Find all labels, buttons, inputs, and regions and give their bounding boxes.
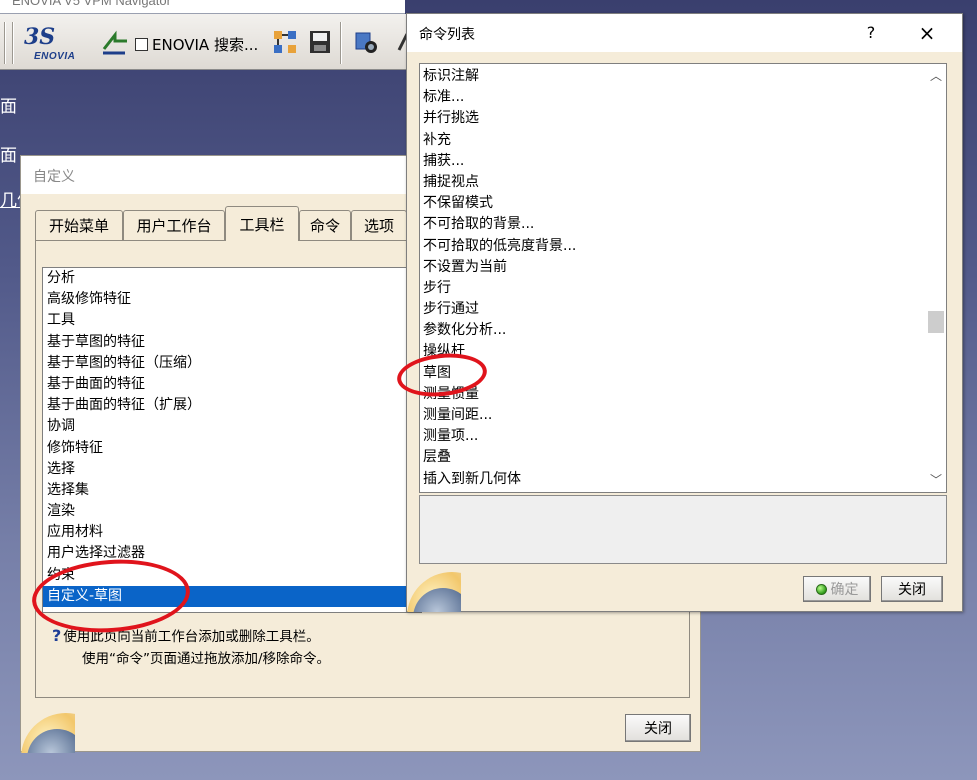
catia-globe-icon: [407, 572, 461, 612]
list-item[interactable]: 基于草图的特征: [43, 332, 421, 353]
list-item[interactable]: 测量惯量: [420, 384, 926, 405]
customize-title: 自定义: [33, 169, 75, 185]
list-item[interactable]: 应用材料: [43, 522, 421, 543]
help-button[interactable]: ?: [859, 20, 883, 46]
list-item[interactable]: 工具: [43, 310, 421, 331]
list-item[interactable]: 基于草图的特征（压缩）: [43, 353, 421, 374]
list-item[interactable]: 协调: [43, 416, 421, 437]
vertical-scrollbar[interactable]: ︿ ﹀: [926, 64, 946, 492]
command-close-button[interactable]: 关闭: [881, 576, 943, 602]
tab-user-workbench[interactable]: 用户工作台: [123, 210, 225, 240]
list-item[interactable]: 捕获...: [420, 151, 926, 172]
product-structure-icon[interactable]: [270, 26, 300, 58]
list-item[interactable]: 不可拾取的背景...: [420, 214, 926, 235]
list-item[interactable]: 标准...: [420, 87, 926, 108]
command-list-title: 命令列表: [419, 27, 475, 43]
list-item[interactable]: 参数化分析...: [420, 320, 926, 341]
help-question-icon: ?: [52, 626, 62, 645]
tab-start-menu[interactable]: 开始菜单: [35, 210, 123, 240]
document-link-icon[interactable]: [352, 26, 382, 58]
list-item[interactable]: 测量间距...: [420, 405, 926, 426]
close-icon[interactable]: ×: [915, 20, 939, 46]
list-item[interactable]: 捕捉视点: [420, 172, 926, 193]
list-item-sketch[interactable]: 草图: [420, 363, 926, 384]
scroll-up-icon[interactable]: ︿: [926, 66, 946, 86]
hint-line-2: 使用“命令”页面通过拖放添加/移除命令。: [82, 651, 331, 667]
enovia-search-checkbox[interactable]: [135, 37, 148, 51]
list-item[interactable]: 选择: [43, 459, 421, 480]
list-item[interactable]: 不可拾取的低亮度背景...: [420, 236, 926, 257]
tab-toolbars[interactable]: 工具栏: [225, 206, 299, 241]
list-item[interactable]: 层叠: [420, 447, 926, 468]
toolbar-grip[interactable]: [4, 22, 6, 64]
command-items: 标识注解 标准... 并行挑选 补充 捕获... 捕捉视点 不保留模式 不可拾取…: [420, 66, 926, 490]
command-list-title-bar[interactable]: 命令列表 ? ×: [407, 14, 962, 52]
app-title: ENOVIA V5 VPM Navigator: [12, 0, 171, 8]
list-item[interactable]: 并行挑选: [420, 108, 926, 129]
list-item[interactable]: 渲染: [43, 501, 421, 522]
list-item[interactable]: 插入到新几何体: [420, 469, 926, 490]
app-title-bar: ENOVIA V5 VPM Navigator: [0, 0, 405, 14]
navigate-icon[interactable]: [100, 26, 130, 58]
list-item[interactable]: 步行: [420, 278, 926, 299]
ok-led-icon: [815, 583, 827, 595]
tree-node-label[interactable]: 面: [0, 141, 17, 166]
list-item[interactable]: 不设置为当前: [420, 257, 926, 278]
tree-node-label[interactable]: 面: [0, 92, 17, 117]
enovia-logo[interactable]: 3S ENOVIA: [24, 24, 86, 66]
main-toolbar: 3S ENOVIA ENOVIA 搜索...: [0, 14, 432, 70]
catia-globe-icon: [21, 713, 75, 753]
list-item[interactable]: 操纵杆: [420, 341, 926, 362]
ds-logo-icon: 3S: [24, 24, 56, 50]
scroll-thumb[interactable]: [928, 311, 944, 333]
list-item[interactable]: 基于曲面的特征: [43, 374, 421, 395]
list-item[interactable]: 分析: [43, 268, 421, 289]
enovia-search-toggle[interactable]: ENOVIA 搜索...: [135, 34, 258, 54]
tab-options[interactable]: 选项: [351, 210, 407, 240]
list-item[interactable]: 不保留模式: [420, 193, 926, 214]
hint-box: ? 使用此页向当前工作台添加或删除工具栏。 使用“命令”页面通过拖放添加/移除命令…: [52, 625, 652, 670]
list-item[interactable]: 步行通过: [420, 299, 926, 320]
toolbar-separator: [340, 22, 342, 64]
scroll-down-icon[interactable]: ﹀: [926, 470, 946, 490]
list-item[interactable]: 基于曲面的特征（扩展）: [43, 395, 421, 416]
list-item[interactable]: 测量项...: [420, 426, 926, 447]
enovia-logo-text: ENOVIA: [34, 51, 76, 62]
ok-button[interactable]: 确定: [803, 576, 871, 602]
list-item[interactable]: 补充: [420, 130, 926, 151]
enovia-search-label: ENOVIA 搜索...: [152, 35, 259, 54]
toolbar-grip[interactable]: [12, 22, 14, 64]
list-item[interactable]: 选择集: [43, 480, 421, 501]
save-icon[interactable]: [305, 26, 335, 58]
command-list[interactable]: 标识注解 标准... 并行挑选 补充 捕获... 捕捉视点 不保留模式 不可拾取…: [419, 63, 947, 493]
customize-close-button[interactable]: 关闭: [625, 714, 691, 742]
ok-button-label: 确定: [830, 582, 859, 598]
command-description-box: [419, 495, 947, 564]
tab-commands[interactable]: 命令: [299, 210, 351, 240]
list-item[interactable]: 标识注解: [420, 66, 926, 87]
list-item[interactable]: 修饰特征: [43, 438, 421, 459]
list-item[interactable]: 高级修饰特征: [43, 289, 421, 310]
command-list-dialog: 命令列表 ? × 标识注解 标准... 并行挑选 补充 捕获... 捕捉视点 不…: [406, 13, 963, 612]
